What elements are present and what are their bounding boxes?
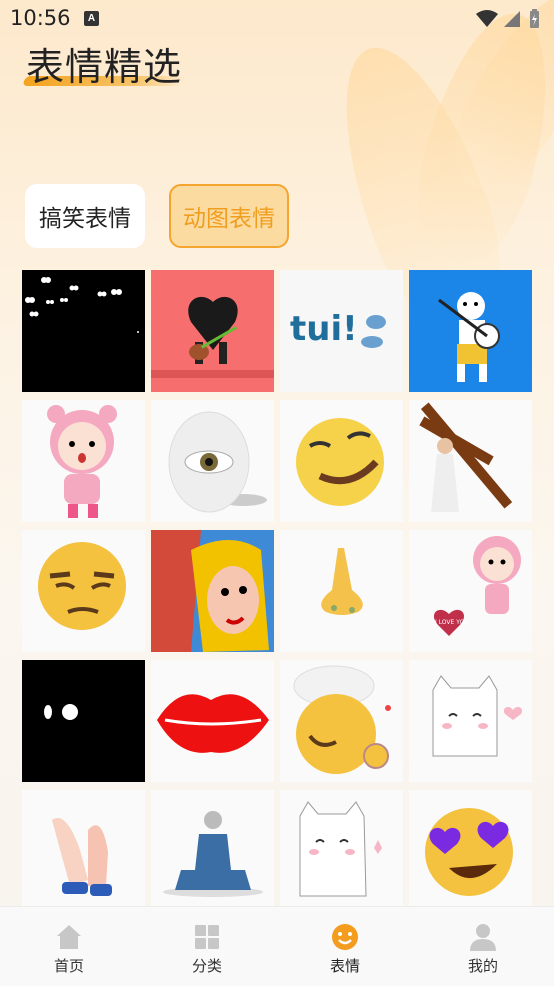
sticker-cross-carrying[interactable] [409,400,532,522]
user-icon [470,924,496,951]
wifi-icon [476,10,498,27]
bottom-navigation: 首页 分类 表情 我的 [0,906,554,986]
nav-home[interactable]: 首页 [0,907,138,986]
sticker-tui-text[interactable]: tui! [280,270,403,392]
sticker-heart-eyes-emoji[interactable] [409,790,532,912]
sticker-two-eyes-dark[interactable] [22,660,145,782]
notification-a-icon: A [84,11,99,26]
sticker-clapping-hands[interactable] [22,790,145,912]
svg-text:tui!: tui! [290,309,358,349]
sticker-pink-bear-hood-girl[interactable] [22,400,145,522]
grid-icon [195,925,219,949]
nav-category-label: 分类 [191,957,222,975]
sticker-cat[interactable] [280,790,403,912]
sticker-chef-kiss-emoji[interactable] [280,660,403,782]
sticker-nose[interactable] [280,530,403,652]
nav-mine[interactable]: 我的 [414,907,552,986]
sticker-unamused-face[interactable] [22,530,145,652]
nav-stickers-label: 表情 [329,957,360,975]
nav-mine-label: 我的 [467,957,498,975]
sticker-smirk-moon[interactable] [280,400,403,522]
sticker-pop-art-couple[interactable] [151,530,274,652]
sticker-banjo-character[interactable] [409,270,532,392]
status-bar: 10:56 A [0,0,554,36]
sticker-bear-girl-i-love-you[interactable]: I LOVE YOU [409,530,532,652]
smile-icon [332,924,358,950]
status-time: 10:56 [10,6,71,30]
tab-animated-stickers[interactable]: 动图表情 [169,184,289,248]
signal-icon [504,11,520,27]
page-title: 表情精选 [26,45,183,89]
sticker-red-lips[interactable] [151,660,274,782]
sticker-shy-cat-heart[interactable] [409,660,532,782]
nav-home-label: 首页 [53,957,84,975]
sticker-eyes-in-dark[interactable] [22,270,145,392]
tab-funny-stickers[interactable]: 搞笑表情 [25,184,145,248]
svg-text:I LOVE YOU: I LOVE YOU [435,619,469,626]
nav-stickers[interactable]: 表情 [276,907,414,986]
sticker-eye-egg[interactable] [151,400,274,522]
system-status-icons [476,9,539,28]
nav-category[interactable]: 分类 [138,907,276,986]
sticker-meditating-figure[interactable] [151,790,274,912]
sticker-heart-guitar[interactable] [151,270,274,392]
home-icon [57,925,81,949]
